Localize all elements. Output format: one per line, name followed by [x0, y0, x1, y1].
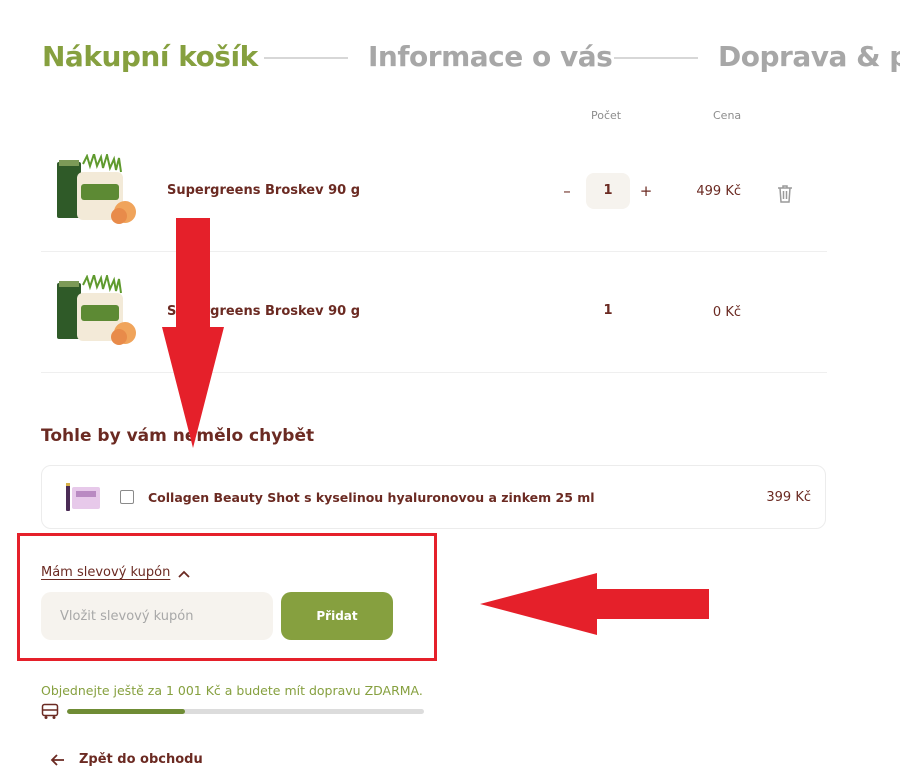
column-header-quantity: Počet — [591, 109, 622, 122]
supergreens-product-image[interactable] — [53, 154, 141, 230]
upsell-checkbox[interactable] — [120, 490, 134, 504]
upsell-item[interactable]: Collagen Beauty Shot s kyselinou hyaluro… — [41, 465, 826, 529]
collagen-product-image — [66, 483, 100, 511]
coupon-input[interactable] — [41, 592, 273, 640]
checkout-steps: Nákupní košík Informace o vás Doprava & … — [42, 36, 900, 80]
quantity-value: 1 — [603, 303, 613, 318]
quantity-decrease-button[interactable]: – — [557, 180, 577, 202]
quantity-input[interactable]: 1 — [586, 173, 630, 209]
item-price: 499 Kč — [696, 184, 741, 199]
arrow-left-icon — [50, 754, 64, 766]
cart-item-row: Supergreens Broskev 90 g – 1 + 499 Kč — [41, 132, 827, 252]
supergreens-product-image[interactable] — [53, 275, 141, 351]
coupon-toggle-link[interactable]: Mám slevový kupón — [41, 565, 170, 580]
annotation-arrow-left — [480, 573, 709, 635]
progress-fill — [67, 709, 185, 714]
column-header-price: Cena — [713, 109, 742, 122]
free-shipping-progress-bar — [67, 709, 424, 714]
chevron-up-icon[interactable] — [177, 569, 191, 579]
step-cart: Nákupní košík — [42, 40, 258, 73]
upsell-price: 399 Kč — [766, 490, 811, 505]
bus-icon — [41, 703, 59, 719]
back-to-shop-label: Zpět do obchodu — [79, 752, 203, 767]
item-price: 0 Kč — [712, 305, 741, 320]
cart-item-row: Supergreens Broskev 90 g 1 0 Kč — [41, 253, 827, 373]
upsell-product-name[interactable]: Collagen Beauty Shot s kyselinou hyaluro… — [148, 490, 595, 505]
step-divider — [614, 57, 698, 59]
quantity-increase-button[interactable]: + — [636, 180, 656, 202]
free-shipping-message: Objednejte ještě za 1 001 Kč a budete mí… — [41, 683, 423, 698]
step-divider — [264, 57, 348, 59]
annotation-arrows — [162, 218, 709, 635]
trash-icon[interactable] — [775, 183, 795, 205]
step-customer-info[interactable]: Informace o vás — [368, 40, 613, 73]
product-name[interactable]: Supergreens Broskev 90 g — [167, 183, 360, 198]
upsell-section-title: Tohle by vám nemělo chybět — [41, 426, 315, 446]
step-shipping-payment[interactable]: Doprava & pl — [718, 40, 900, 73]
apply-coupon-button[interactable]: Přidat — [281, 592, 393, 640]
product-name[interactable]: Supergreens Broskev 90 g — [167, 304, 360, 319]
